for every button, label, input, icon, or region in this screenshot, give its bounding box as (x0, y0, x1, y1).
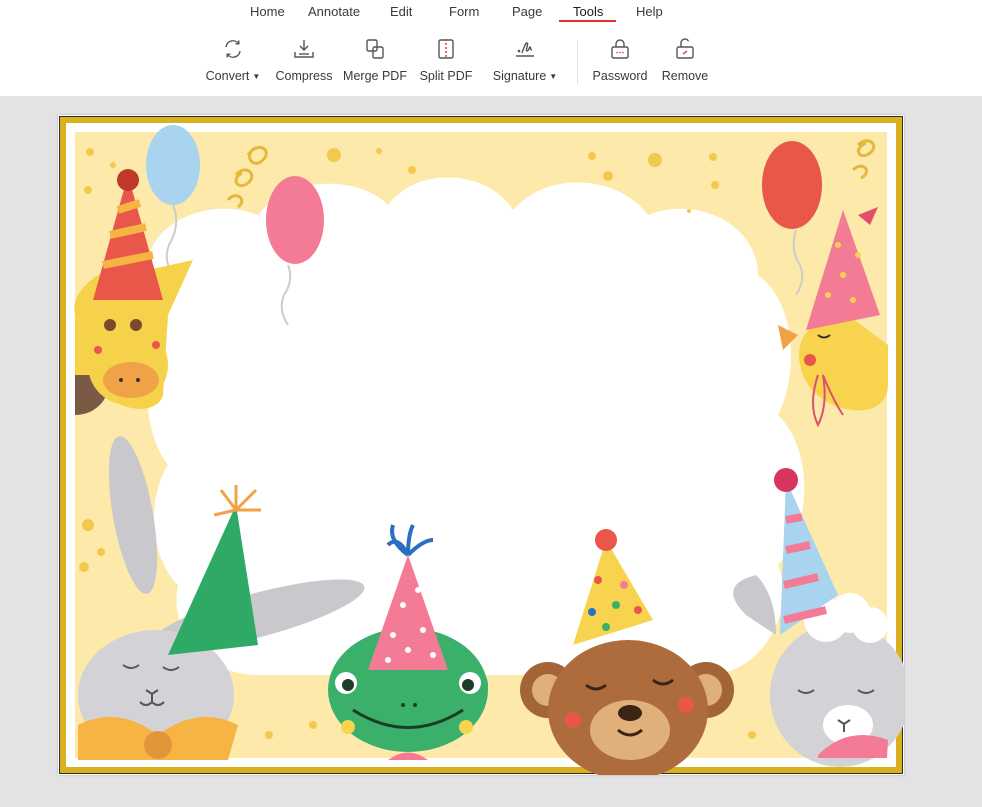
menu-form[interactable]: Form (449, 4, 479, 19)
merge-pdf-label: Merge PDF (343, 69, 407, 83)
convert-button[interactable]: Convert ▼ (203, 37, 263, 87)
password-label: Password (592, 69, 648, 83)
compress-button[interactable]: Compress (275, 37, 333, 87)
split-pdf-icon (438, 39, 454, 59)
menu-help[interactable]: Help (636, 4, 663, 19)
menu-annotate[interactable]: Annotate (308, 4, 360, 19)
menu-tools[interactable]: Tools (573, 4, 603, 19)
unlock-icon (676, 38, 694, 59)
party-frame-artwork (58, 115, 904, 775)
signature-icon (516, 42, 534, 57)
split-pdf-label: Split PDF (419, 69, 473, 83)
merge-pdf-icon (366, 39, 384, 59)
document-page (58, 115, 904, 775)
active-tab-underline (559, 20, 616, 22)
menu-bar: Home Annotate Edit Form Page Tools Help (0, 0, 982, 26)
compress-icon (294, 40, 314, 58)
compress-label: Compress (275, 69, 333, 83)
lock-icon (611, 39, 629, 59)
convert-icon (225, 40, 241, 58)
convert-dropdown-icon[interactable]: ▼ (252, 72, 260, 81)
menu-page[interactable]: Page (512, 4, 542, 19)
signature-button[interactable]: Signature ▼ (490, 37, 560, 87)
menu-home[interactable]: Home (250, 4, 285, 19)
toolbar-separator (577, 40, 578, 84)
signature-label: Signature (492, 69, 547, 83)
signature-dropdown-icon[interactable]: ▼ (549, 72, 557, 81)
password-button[interactable]: Password (591, 37, 649, 87)
toolbar: Home Annotate Edit Form Page Tools Help … (0, 0, 982, 96)
merge-pdf-button[interactable]: Merge PDF (343, 37, 407, 87)
menu-edit[interactable]: Edit (390, 4, 412, 19)
split-pdf-button[interactable]: Split PDF (419, 37, 473, 87)
remove-button[interactable]: Remove (659, 37, 711, 87)
remove-label: Remove (661, 69, 709, 83)
convert-label: Convert (205, 69, 250, 83)
